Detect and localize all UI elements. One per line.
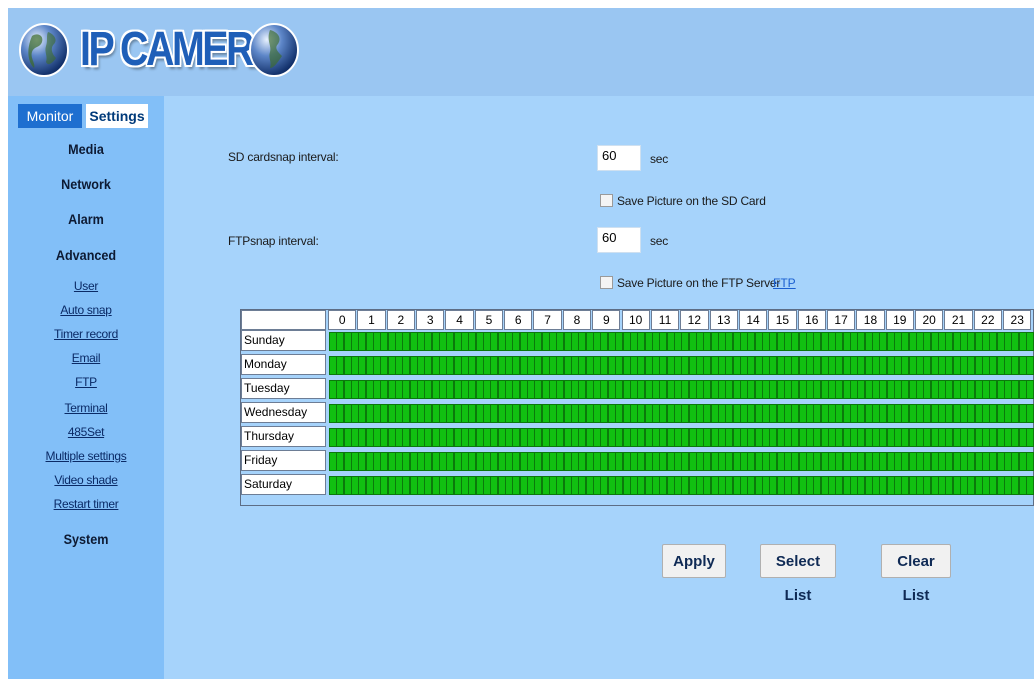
sd-interval-input[interactable]: 60 xyxy=(597,145,641,171)
sd-interval-unit: sec xyxy=(650,152,669,166)
hour-header-cell[interactable]: 17 xyxy=(826,310,856,330)
day-label[interactable]: Thursday xyxy=(241,426,326,447)
sidebar-item-restart-timer[interactable]: Restart timer xyxy=(8,497,164,511)
hour-header-cell[interactable]: 1 xyxy=(357,310,386,330)
sidebar-item-video-shade[interactable]: Video shade xyxy=(8,473,164,487)
hour-header-cell[interactable]: 8 xyxy=(562,310,592,330)
ip-camera-settings-page: IP CAMERA Monitor Settings Media Network… xyxy=(0,0,1034,679)
hour-header-cell[interactable]: 16 xyxy=(797,310,826,330)
hour-header-cell[interactable]: 13 xyxy=(709,310,738,330)
schedule-slot-cell[interactable] xyxy=(1026,380,1034,399)
day-label[interactable]: Saturday xyxy=(241,474,326,495)
ftp-interval-input[interactable]: 60 xyxy=(597,227,641,253)
hour-header-cell[interactable]: 6 xyxy=(504,310,533,330)
sidebar-section-media[interactable]: Media xyxy=(16,141,156,157)
header-banner: IP CAMERA xyxy=(8,8,1034,96)
schedule-slot-cell[interactable] xyxy=(1026,356,1034,375)
ftp-save-checkbox-label: Save Picture on the FTP Server xyxy=(617,276,781,290)
hour-header-cell[interactable]: 20 xyxy=(915,310,944,330)
hour-header-cell[interactable]: 2 xyxy=(386,310,416,330)
sidebar-item-485set[interactable]: 485Set xyxy=(8,425,164,439)
ftp-settings-link[interactable]: FTP xyxy=(773,276,796,290)
hour-header-cell[interactable]: 21 xyxy=(944,310,973,330)
sidebar-item-auto-snap[interactable]: Auto snap xyxy=(8,303,164,317)
hour-header-cell[interactable]: 18 xyxy=(856,310,885,330)
schedule-slot-cell[interactable] xyxy=(1026,476,1034,495)
sidebar-item-terminal[interactable]: Terminal xyxy=(8,401,164,415)
apply-button[interactable]: Apply xyxy=(662,544,726,578)
hour-header-cell[interactable]: 22 xyxy=(973,310,1003,330)
sidebar-item-user[interactable]: User xyxy=(8,279,164,293)
hour-header-cell[interactable]: 5 xyxy=(474,310,504,330)
hour-header-cell[interactable]: 3 xyxy=(416,310,445,330)
day-label[interactable]: Wednesday xyxy=(241,402,326,423)
sidebar-section-system[interactable]: System xyxy=(16,531,156,547)
hour-header-cell[interactable]: 7 xyxy=(533,310,562,330)
sd-save-checkbox[interactable] xyxy=(600,194,613,207)
hour-header-cell[interactable]: 15 xyxy=(768,310,797,330)
clear-list-button[interactable]: Clear List xyxy=(881,544,951,604)
sidebar-section-alarm[interactable]: Alarm xyxy=(16,211,156,227)
hour-header-cell[interactable]: 4 xyxy=(445,310,474,330)
schedule-slot-cell[interactable] xyxy=(1026,428,1034,447)
schedule-slot-cell[interactable] xyxy=(1026,404,1034,423)
schedule-slot-cell[interactable] xyxy=(1026,332,1034,351)
tab-monitor[interactable]: Monitor xyxy=(18,104,82,128)
sidebar-item-ftp[interactable]: FTP xyxy=(8,375,164,389)
day-label[interactable]: Tuesday xyxy=(241,378,326,399)
schedule-corner-cell xyxy=(241,310,326,330)
sd-interval-label: SD cardsnap interval: xyxy=(228,150,339,164)
sidebar-section-advanced[interactable]: Advanced xyxy=(16,247,156,263)
hour-header-cell[interactable]: 23 xyxy=(1003,310,1032,330)
hour-header-cell[interactable]: 12 xyxy=(680,310,709,330)
hour-header-cell[interactable]: 9 xyxy=(592,310,621,330)
hour-header-cell[interactable]: 19 xyxy=(885,310,914,330)
sidebar-item-email[interactable]: Email xyxy=(8,351,164,365)
hour-header-cell[interactable]: 10 xyxy=(621,310,650,330)
day-label[interactable]: Friday xyxy=(241,450,326,471)
sd-save-checkbox-label: Save Picture on the SD Card xyxy=(617,194,766,208)
hour-header-cell[interactable]: 0 xyxy=(328,310,357,330)
day-label[interactable]: Sunday xyxy=(241,330,326,351)
day-label[interactable]: Monday xyxy=(241,354,326,375)
globe-icon xyxy=(249,23,299,77)
schedule-slot-cell[interactable] xyxy=(1026,452,1034,471)
ftp-save-checkbox[interactable] xyxy=(600,276,613,289)
sidebar-item-multiple-settings[interactable]: Multiple settings xyxy=(8,449,164,463)
ftp-interval-unit: sec xyxy=(650,234,669,248)
hour-header-cell[interactable]: 14 xyxy=(738,310,768,330)
ftp-interval-label: FTPsnap interval: xyxy=(228,234,319,248)
sidebar-section-network[interactable]: Network xyxy=(16,176,156,192)
tab-settings[interactable]: Settings xyxy=(86,104,148,128)
hour-header-cell[interactable]: 11 xyxy=(650,310,680,330)
globe-icon xyxy=(19,23,69,77)
sidebar-item-timer-record[interactable]: Timer record xyxy=(8,327,164,341)
select-list-button[interactable]: Select List xyxy=(760,544,836,604)
